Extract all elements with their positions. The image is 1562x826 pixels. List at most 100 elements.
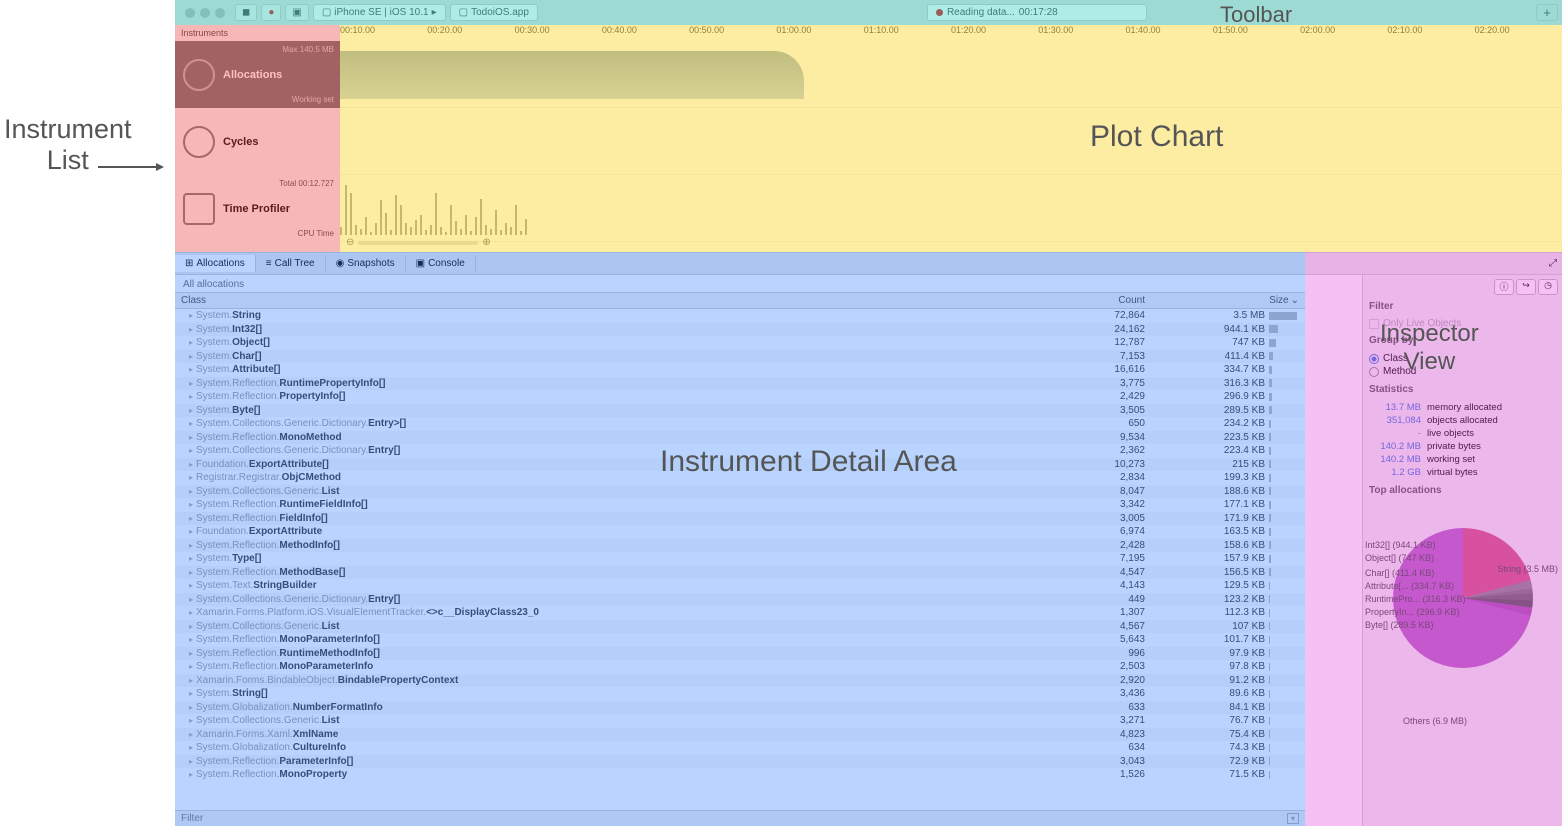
- disclosure-icon[interactable]: ▸: [189, 433, 193, 442]
- tab-console[interactable]: ▣Console: [406, 255, 476, 272]
- disclosure-icon[interactable]: ▸: [189, 730, 193, 739]
- groupby-class-radio[interactable]: Class: [1369, 352, 1556, 365]
- disclosure-icon[interactable]: ▸: [189, 770, 193, 779]
- disclosure-icon[interactable]: ▸: [189, 527, 193, 536]
- table-row[interactable]: ▸System.Reflection.PropertyInfo[] 2,429 …: [175, 390, 1305, 404]
- disclosure-icon[interactable]: ▸: [189, 635, 193, 644]
- disclosure-icon[interactable]: ▸: [189, 743, 193, 752]
- instrument-allocations[interactable]: Allocations Max 140.5 MB Working set: [175, 41, 340, 108]
- disclosure-icon[interactable]: ▸: [189, 568, 193, 577]
- table-row[interactable]: ▸System.Byte[] 3,505 289.5 KB: [175, 404, 1305, 418]
- disclosure-icon[interactable]: ▸: [189, 608, 193, 617]
- disclosure-icon[interactable]: ▸: [189, 365, 193, 374]
- app-selector[interactable]: ▢ TodoiOS.app: [450, 4, 538, 21]
- disclosure-icon[interactable]: ▸: [189, 662, 193, 671]
- device-selector[interactable]: ▢ iPhone SE | iOS 10.1 ▸: [313, 4, 446, 21]
- column-size[interactable]: Size⌄: [1155, 295, 1305, 306]
- table-row[interactable]: ▸System.Reflection.RuntimeFieldInfo[] 3,…: [175, 498, 1305, 512]
- table-row[interactable]: ▸Xamarin.Forms.BindableObject.BindablePr…: [175, 674, 1305, 688]
- table-row[interactable]: ▸System.Reflection.RuntimeMethodInfo[] 9…: [175, 647, 1305, 661]
- table-row[interactable]: ▸System.Attribute[] 16,616 334.7 KB: [175, 363, 1305, 377]
- plot-lane-time-profiler[interactable]: [340, 175, 1562, 242]
- disclosure-icon[interactable]: ▸: [189, 689, 193, 698]
- table-row[interactable]: ▸System.Text.StringBuilder 4,143 129.5 K…: [175, 579, 1305, 593]
- table-row[interactable]: ▸System.Globalization.CultureInfo 634 74…: [175, 741, 1305, 755]
- disclosure-icon[interactable]: ▸: [189, 581, 193, 590]
- table-row[interactable]: ▸Xamarin.Forms.Platform.iOS.VisualElemen…: [175, 606, 1305, 620]
- disclosure-icon[interactable]: ▸: [189, 541, 193, 550]
- record-button[interactable]: ●: [261, 4, 281, 21]
- disclosure-icon[interactable]: ▸: [189, 379, 193, 388]
- disclosure-icon[interactable]: ▸: [189, 419, 193, 428]
- disclosure-icon[interactable]: ▸: [189, 352, 193, 361]
- zoom-in-icon[interactable]: ⊕: [482, 237, 490, 248]
- plot-chart[interactable]: 00:10.0000:20.0000:30.0000:40.0000:50.00…: [340, 25, 1562, 252]
- table-row[interactable]: ▸System.Reflection.RuntimePropertyInfo[]…: [175, 377, 1305, 391]
- disclosure-icon[interactable]: ▸: [189, 703, 193, 712]
- disclosure-icon[interactable]: ▸: [189, 473, 193, 482]
- table-row[interactable]: ▸Registrar.Registrar.ObjCMethod 2,834 19…: [175, 471, 1305, 485]
- table-row[interactable]: ▸System.Globalization.NumberFormatInfo 6…: [175, 701, 1305, 715]
- table-row[interactable]: ▸System.Reflection.MethodInfo[] 2,428 15…: [175, 539, 1305, 553]
- tab-allocations[interactable]: ⊞Allocations: [175, 255, 256, 272]
- zoom-out-icon[interactable]: ⊖: [346, 237, 354, 248]
- table-row[interactable]: ▸System.Collections.Generic.Dictionary.E…: [175, 593, 1305, 607]
- instrument-time-profiler[interactable]: Time Profiler Total 00:12.727 CPU Time: [175, 175, 340, 242]
- tab-call-tree[interactable]: ≡Call Tree: [256, 255, 326, 272]
- disclosure-icon[interactable]: ▸: [189, 392, 193, 401]
- window-controls[interactable]: [179, 8, 231, 18]
- zoom-control[interactable]: ⊖ ⊕: [346, 237, 491, 248]
- stop-button[interactable]: ◼: [235, 4, 257, 21]
- table-row[interactable]: ▸Xamarin.Forms.Xaml.XmlName 4,823 75.4 K…: [175, 728, 1305, 742]
- table-row[interactable]: ▸System.Collections.Generic.List 4,567 1…: [175, 620, 1305, 634]
- disclosure-icon[interactable]: ▸: [189, 487, 193, 496]
- disclosure-icon[interactable]: ▸: [189, 595, 193, 604]
- only-live-checkbox[interactable]: Only Live Objects: [1369, 318, 1556, 329]
- disclosure-icon[interactable]: ▸: [189, 338, 193, 347]
- disclosure-icon[interactable]: ▸: [189, 325, 193, 334]
- scroll-down-icon[interactable]: ▾: [1287, 813, 1299, 824]
- table-row[interactable]: ▸System.String[] 3,436 89.6 KB: [175, 687, 1305, 701]
- plot-lane-cycles[interactable]: [340, 108, 1562, 175]
- tab-snapshots[interactable]: ◉Snapshots: [326, 255, 406, 272]
- table-row[interactable]: ▸System.Reflection.MonoProperty 1,526 71…: [175, 768, 1305, 782]
- table-row[interactable]: ▸System.Reflection.MonoParameterInfo 2,5…: [175, 660, 1305, 674]
- table-row[interactable]: ▸System.Reflection.MonoParameterInfo[] 5…: [175, 633, 1305, 647]
- disclosure-icon[interactable]: ▸: [189, 622, 193, 631]
- disclosure-icon[interactable]: ▸: [189, 500, 193, 509]
- disclosure-icon[interactable]: ▸: [189, 649, 193, 658]
- expand-button[interactable]: ⤢: [1544, 258, 1562, 269]
- groupby-method-radio[interactable]: Method: [1369, 365, 1556, 378]
- column-count[interactable]: Count: [1025, 295, 1155, 306]
- table-row[interactable]: ▸System.String 72,864 3.5 MB: [175, 309, 1305, 323]
- table-row[interactable]: ▸System.Collections.Generic.List 8,047 1…: [175, 485, 1305, 499]
- info-button[interactable]: ⓘ: [1494, 279, 1514, 295]
- column-class[interactable]: Class: [175, 295, 1025, 306]
- table-row[interactable]: ▸System.Reflection.MonoMethod 9,534 223.…: [175, 431, 1305, 445]
- disclosure-icon[interactable]: ▸: [189, 406, 193, 415]
- disclosure-icon[interactable]: ▸: [189, 514, 193, 523]
- disclosure-icon[interactable]: ▸: [189, 676, 193, 685]
- table-row[interactable]: ▸System.Reflection.FieldInfo[] 3,005 171…: [175, 512, 1305, 526]
- plot-lane-allocations[interactable]: [340, 41, 1562, 108]
- table-row[interactable]: ▸Foundation.ExportAttribute 6,974 163.5 …: [175, 525, 1305, 539]
- table-row[interactable]: ▸System.Collections.Generic.Dictionary.E…: [175, 444, 1305, 458]
- table-row[interactable]: ▸System.Collections.Generic.Dictionary.E…: [175, 417, 1305, 431]
- filter-input[interactable]: [181, 813, 1287, 824]
- disclosure-icon[interactable]: ▸: [189, 554, 193, 563]
- disclosure-icon[interactable]: ▸: [189, 311, 193, 320]
- disclosure-icon[interactable]: ▸: [189, 460, 193, 469]
- disclosure-icon[interactable]: ▸: [189, 757, 193, 766]
- table-row[interactable]: ▸Foundation.ExportAttribute[] 10,273 215…: [175, 458, 1305, 472]
- redo-button[interactable]: ↪: [1516, 279, 1536, 295]
- disclosure-icon[interactable]: ▸: [189, 716, 193, 725]
- table-row[interactable]: ▸System.Char[] 7,153 411.4 KB: [175, 350, 1305, 364]
- instrument-cycles[interactable]: Cycles: [175, 108, 340, 175]
- disclosure-icon[interactable]: ▸: [189, 446, 193, 455]
- table-row[interactable]: ▸System.Collections.Generic.List 3,271 7…: [175, 714, 1305, 728]
- table-row[interactable]: ▸System.Object[] 12,787 747 KB: [175, 336, 1305, 350]
- table-row[interactable]: ▸System.Int32[] 24,162 944.1 KB: [175, 323, 1305, 337]
- clock-button[interactable]: ◷: [1538, 279, 1558, 295]
- table-row[interactable]: ▸System.Reflection.ParameterInfo[] 3,043…: [175, 755, 1305, 769]
- add-button[interactable]: +: [1536, 4, 1558, 21]
